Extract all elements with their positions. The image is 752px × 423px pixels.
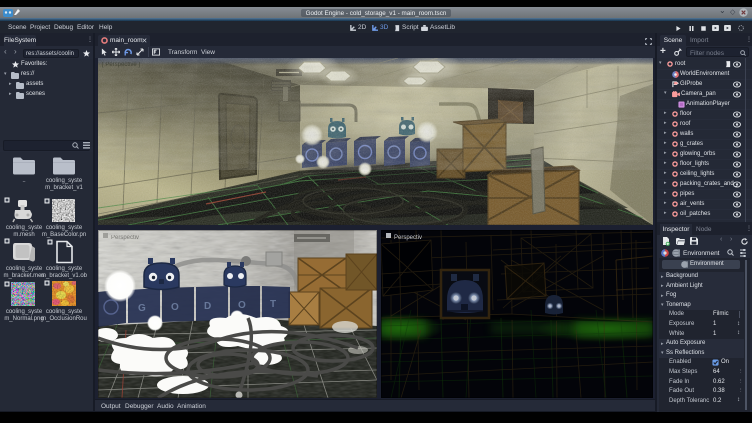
svg-text:Perspectiv: Perspectiv (394, 235, 422, 241)
svg-text:O: O (238, 300, 246, 311)
svg-text:[ Perspective ]: [ Perspective ] (102, 62, 140, 68)
svg-text:T: T (270, 299, 276, 310)
svg-text:G: G (138, 303, 146, 314)
svg-text:D: D (204, 301, 211, 312)
svg-text:O: O (171, 302, 179, 313)
svg-text:Perspectiv: Perspectiv (111, 235, 139, 241)
